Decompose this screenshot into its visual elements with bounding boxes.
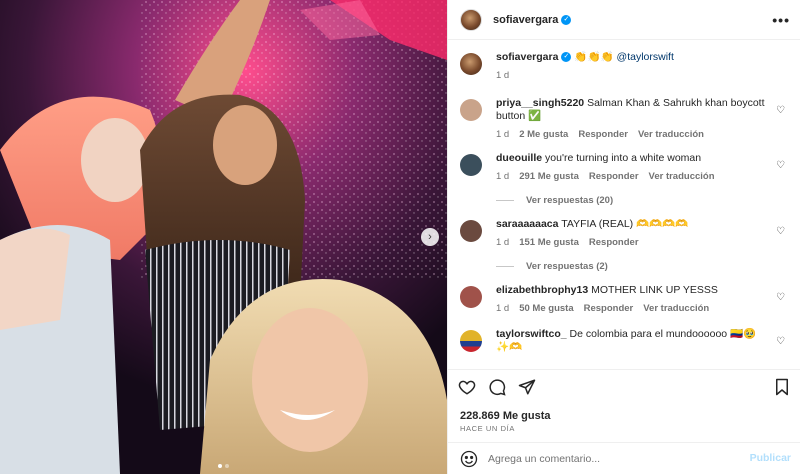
carousel-dot-active	[218, 464, 222, 468]
comment-likes[interactable]: 151 Me gusta	[519, 237, 579, 248]
view-replies-button[interactable]: Ver respuestas (2)	[496, 261, 766, 272]
post-actions: 228.869 Me gusta HACE UN DÍA Publicar	[448, 369, 800, 473]
post-timestamp: HACE UN DÍA	[460, 424, 515, 433]
next-photo-button[interactable]: ›	[421, 228, 439, 246]
share-icon[interactable]	[518, 378, 536, 396]
comment-avatar[interactable]	[460, 286, 482, 308]
post-photo[interactable]: ›	[0, 0, 447, 474]
comment-avatar[interactable]	[460, 154, 482, 176]
comment-icon[interactable]	[488, 378, 506, 396]
comment-avatar[interactable]	[460, 99, 482, 121]
post-modal: › sofiavergara ✓ ••• sofiavergara ✓ 👏👏👏 @t…	[0, 0, 800, 474]
caption-avatar[interactable]	[460, 53, 482, 75]
comment-time: 1 d	[496, 171, 510, 182]
comment-avatar[interactable]	[460, 220, 482, 242]
comment-likes[interactable]: 50 Me gusta	[519, 303, 573, 314]
comment-item: saraaaaaaca TAYFIA (REAL) 🫶🫶🫶🫶 1 d 151 M…	[460, 218, 789, 272]
emoji-icon[interactable]	[460, 450, 478, 468]
caption-username[interactable]: sofiavergara	[496, 51, 558, 63]
comment-item: elizabethbrophy13 MOTHER LINK UP YESSS 1…	[460, 284, 789, 314]
comment-item: taylorswiftco_ De colombia para el mundo…	[460, 328, 789, 354]
reply-button[interactable]: Responder	[589, 171, 639, 182]
comment-time: 1 d	[496, 237, 510, 248]
caption-mention[interactable]: @taylorswift	[617, 51, 674, 63]
caption-time: 1 d	[496, 70, 510, 81]
divider	[496, 200, 514, 201]
reply-button[interactable]: Responder	[578, 129, 628, 140]
reply-button[interactable]: Responder	[589, 237, 639, 248]
comment-text: you're turning into a white woman	[545, 152, 702, 164]
comment-composer: Publicar	[448, 442, 800, 474]
comment-item: dueouille you're turning into a white wo…	[460, 152, 789, 206]
post-caption: sofiavergara ✓ 👏👏👏 @taylorswift 1 d	[460, 41, 789, 87]
comment-time: 1 d	[496, 303, 510, 314]
translate-button[interactable]: Ver traducción	[649, 171, 715, 182]
like-count[interactable]: 228.869 Me gusta	[460, 410, 551, 422]
divider	[496, 266, 514, 267]
like-comment-heart-icon[interactable]: ♡	[776, 292, 785, 303]
verified-icon: ✓	[561, 14, 572, 25]
concert-selfie-image	[0, 0, 447, 474]
post-panel: sofiavergara ✓ ••• sofiavergara ✓ 👏👏👏 @tay…	[447, 0, 800, 474]
chevron-right-icon: ›	[428, 230, 432, 243]
comment-username[interactable]: saraaaaaaca	[496, 218, 558, 230]
verified-icon: ✓	[561, 52, 572, 63]
comment-text: MOTHER LINK UP YESSS	[591, 284, 718, 296]
comment-likes[interactable]: 291 Me gusta	[519, 171, 579, 182]
carousel-dots	[0, 464, 447, 468]
like-comment-heart-icon[interactable]: ♡	[776, 336, 785, 347]
comment-username[interactable]: dueouille	[496, 152, 542, 164]
comment-input[interactable]	[488, 452, 728, 465]
comment-avatar[interactable]	[460, 330, 482, 352]
post-header: sofiavergara ✓ •••	[448, 0, 800, 40]
caption-emoji: 👏👏👏	[574, 51, 614, 63]
more-options-icon[interactable]: •••	[772, 12, 790, 28]
comment-text: TAYFIA (REAL) 🫶🫶🫶🫶	[561, 218, 689, 230]
author-avatar[interactable]	[460, 8, 482, 31]
comment-item: priya__singh5220 Salman Khan & Sahrukh k…	[460, 97, 789, 140]
comment-username[interactable]: elizabethbrophy13	[496, 284, 588, 296]
post-comment-button[interactable]: Publicar	[750, 452, 791, 464]
like-comment-heart-icon[interactable]: ♡	[776, 226, 785, 237]
bookmark-icon[interactable]	[773, 378, 791, 396]
comment-username[interactable]: priya__singh5220	[496, 97, 584, 109]
comment-time: 1 d	[496, 129, 510, 140]
translate-button[interactable]: Ver traducción	[643, 303, 709, 314]
heart-icon[interactable]	[458, 378, 476, 396]
view-replies-button[interactable]: Ver respuestas (20)	[496, 195, 766, 206]
carousel-dot	[225, 464, 229, 468]
comment-likes[interactable]: 2 Me gusta	[519, 129, 568, 140]
comment-username[interactable]: taylorswiftco_	[496, 328, 567, 340]
like-comment-heart-icon[interactable]: ♡	[776, 105, 785, 116]
reply-button[interactable]: Responder	[584, 303, 634, 314]
comments-list[interactable]: sofiavergara ✓ 👏👏👏 @taylorswift 1 d priya…	[448, 41, 800, 368]
like-comment-heart-icon[interactable]: ♡	[776, 160, 785, 171]
author-username[interactable]: sofiavergara ✓	[493, 14, 572, 26]
translate-button[interactable]: Ver traducción	[638, 129, 704, 140]
